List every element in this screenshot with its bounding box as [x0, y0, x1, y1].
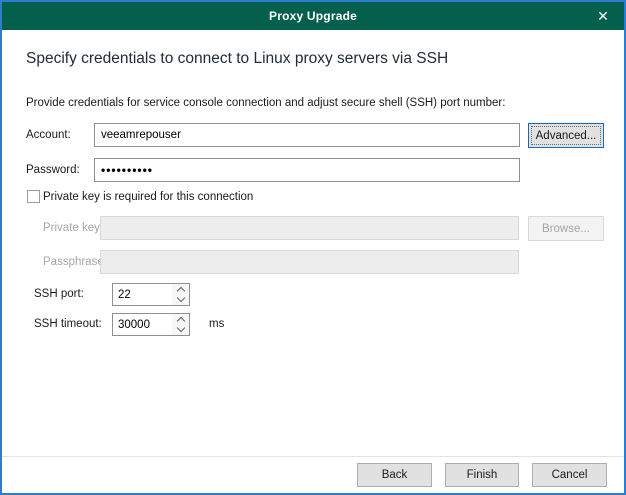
passphrase-label: Passphrase: — [43, 250, 107, 274]
private-key-label: Private key: — [43, 216, 103, 240]
password-label: Password: — [26, 158, 80, 182]
window-title: Proxy Upgrade — [269, 9, 357, 23]
spinner-down-icon[interactable] — [172, 325, 189, 336]
ssh-timeout-spin-buttons — [172, 314, 189, 335]
ssh-timeout-unit: ms — [209, 313, 224, 336]
browse-button: Browse... — [528, 216, 604, 241]
advanced-button[interactable]: Advanced... — [528, 123, 604, 148]
ssh-port-input[interactable] — [113, 284, 172, 305]
ssh-timeout-input[interactable] — [113, 314, 172, 335]
passphrase-input — [100, 250, 519, 274]
page-title: Specify credentials to connect to Linux … — [26, 50, 448, 68]
account-label: Account: — [26, 123, 71, 147]
finish-button[interactable]: Finish — [445, 463, 519, 487]
private-key-checkbox[interactable] — [27, 190, 40, 203]
back-button[interactable]: Back — [357, 463, 432, 487]
ssh-port-stepper — [112, 283, 190, 306]
private-key-checkbox-label[interactable]: Private key is required for this connect… — [43, 185, 253, 209]
private-key-input — [100, 216, 519, 240]
ssh-port-spin-buttons — [172, 284, 189, 305]
proxy-upgrade-dialog: Proxy Upgrade ✕ Specify credentials to c… — [0, 0, 626, 495]
instruction-text: Provide credentials for service console … — [26, 97, 505, 109]
password-input[interactable] — [94, 158, 520, 182]
footer-separator — [2, 456, 624, 457]
ssh-timeout-label: SSH timeout: — [34, 313, 102, 337]
title-bar[interactable]: Proxy Upgrade ✕ — [2, 2, 624, 30]
close-icon[interactable]: ✕ — [586, 2, 620, 30]
ssh-timeout-stepper — [112, 313, 190, 336]
ssh-port-label: SSH port: — [34, 283, 84, 307]
account-input[interactable] — [94, 123, 520, 147]
spinner-down-icon[interactable] — [172, 295, 189, 306]
cancel-button[interactable]: Cancel — [532, 463, 607, 487]
